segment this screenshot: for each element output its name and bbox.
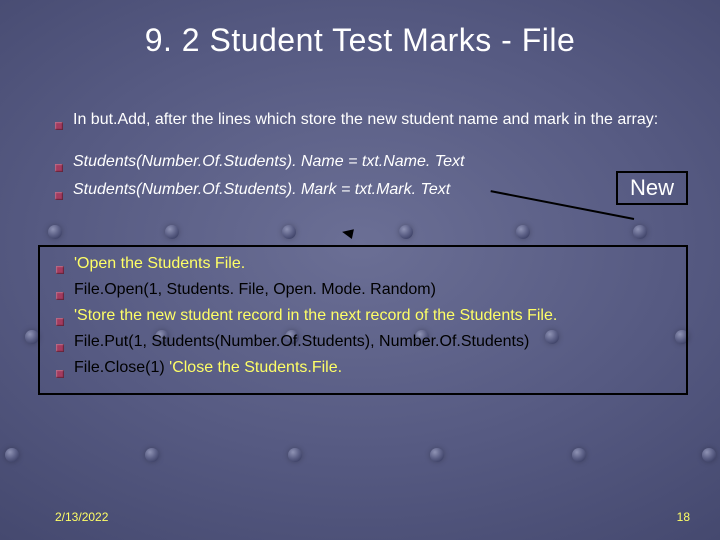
codebox-row-2: File.Open(1, Students. File, Open. Mode.… (56, 281, 680, 305)
codebox-line-5a: File.Close(1) (74, 359, 169, 376)
codebox-line-3: 'Store the new student record in the nex… (74, 307, 680, 325)
footer-page: 18 (677, 510, 690, 524)
footer: 2/13/2022 18 (55, 510, 690, 524)
new-label-box: New (616, 171, 688, 205)
footer-date: 2/13/2022 (55, 510, 108, 524)
code-italic-2: Students(Number.Of.Students). Mark = txt… (73, 180, 690, 200)
codebox-line-2: File.Open(1, Students. File, Open. Mode.… (74, 281, 680, 299)
bullet-icon (55, 110, 73, 136)
bullet-icon (55, 180, 73, 206)
code-italic-row-2: Students(Number.Of.Students). Mark = txt… (55, 180, 690, 206)
codebox-line-5: File.Close(1) 'Close the Students.File. (74, 359, 680, 377)
intro-row: In but.Add, after the lines which store … (55, 110, 690, 136)
bullet-icon (56, 255, 74, 279)
codebox-row-3: 'Store the new student record in the nex… (56, 307, 680, 331)
bullet-icon (56, 359, 74, 383)
bullet-icon (56, 281, 74, 305)
codebox-row-5: File.Close(1) 'Close the Students.File. (56, 359, 680, 383)
codebox-line-1: 'Open the Students File. (74, 255, 680, 273)
codebox-line-5b: 'Close the Students.File. (169, 359, 342, 376)
codebox-row-4: File.Put(1, Students(Number.Of.Students)… (56, 333, 680, 357)
code-italic-1: Students(Number.Of.Students). Name = txt… (73, 152, 690, 172)
arrow-head-icon (341, 227, 354, 239)
bullet-icon (56, 333, 74, 357)
intro-text: In but.Add, after the lines which store … (73, 110, 690, 130)
bullet-icon (55, 152, 73, 178)
bullet-icon (56, 307, 74, 331)
code-box: 'Open the Students File. File.Open(1, St… (38, 245, 688, 395)
code-italic-row-1: Students(Number.Of.Students). Name = txt… (55, 152, 690, 178)
codebox-row-1: 'Open the Students File. (56, 255, 680, 279)
slide-title: 9. 2 Student Test Marks - File (0, 0, 720, 59)
codebox-line-4: File.Put(1, Students(Number.Of.Students)… (74, 333, 680, 351)
